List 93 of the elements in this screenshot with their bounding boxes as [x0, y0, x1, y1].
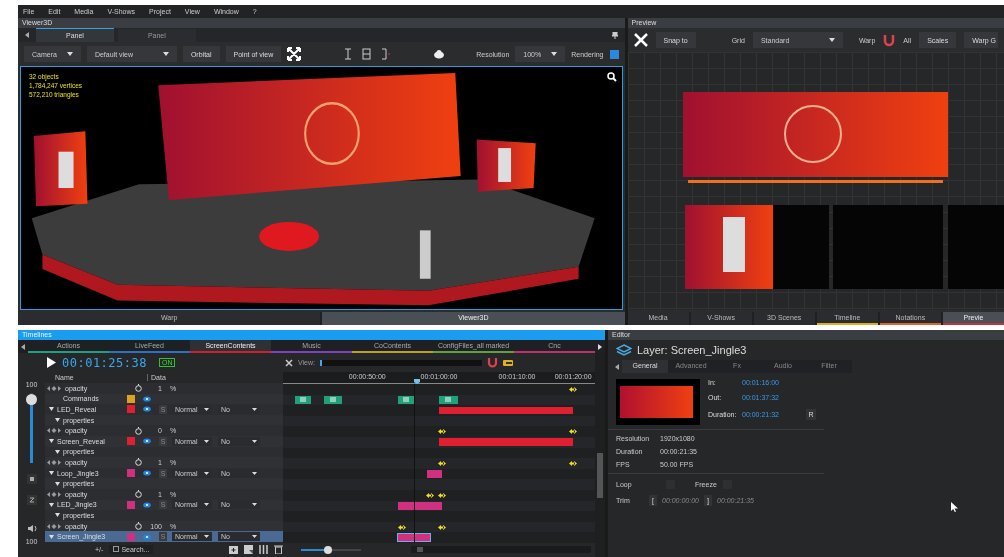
caret-icon: [252, 535, 257, 539]
close-icon[interactable]: [285, 358, 293, 367]
pause-bars-icon: [300, 397, 307, 403]
pause-bars-icon: [329, 397, 336, 403]
caret-icon: [551, 52, 558, 56]
zoom-icon[interactable]: [606, 72, 617, 82]
horizontal-scrollbar[interactable]: [411, 546, 591, 554]
trash-icon[interactable]: [274, 544, 283, 554]
color-swatch[interactable]: [127, 500, 135, 509]
timeline-clip[interactable]: [398, 396, 415, 404]
timeline-clip[interactable]: [426, 470, 443, 478]
caret-icon: [252, 503, 257, 507]
pause-bars-icon: [403, 397, 410, 403]
caret-icon: [204, 408, 209, 411]
eye-icon[interactable]: [143, 501, 151, 508]
stopwatch-icon[interactable]: [135, 522, 142, 530]
keyframe-icon[interactable]: [438, 429, 447, 435]
add-layer-icon[interactable]: [244, 544, 253, 554]
timeline-clip[interactable]: [439, 406, 574, 415]
eye-icon[interactable]: [143, 406, 151, 413]
scroll-right-icon[interactable]: [598, 343, 602, 350]
keyframe-icon[interactable]: [438, 524, 447, 530]
timeline-clip[interactable]: [323, 396, 343, 404]
vertical-scrollbar[interactable]: [595, 353, 605, 557]
keyframe-nav-icon[interactable]: [47, 428, 61, 434]
expand-arrow-icon[interactable]: [49, 502, 54, 507]
mouse-cursor-icon: [951, 502, 958, 512]
keyframe-icon[interactable]: [569, 429, 578, 435]
expand-arrow-icon[interactable]: [49, 407, 54, 412]
zoom-slider[interactable]: [301, 548, 361, 551]
keyframe-nav-icon[interactable]: [47, 385, 61, 391]
keyframe-icon[interactable]: [425, 492, 434, 498]
color-swatch[interactable]: [127, 469, 135, 478]
pin-icon[interactable]: [611, 31, 618, 39]
scroll-left-icon[interactable]: [21, 343, 25, 350]
caret-icon: [204, 535, 209, 539]
color-swatch[interactable]: [127, 532, 135, 541]
cloud-icon[interactable]: [433, 49, 446, 59]
timeline-clip[interactable]: [398, 502, 443, 510]
color-swatch[interactable]: [127, 394, 135, 403]
columns-icon[interactable]: [259, 544, 268, 554]
caret-icon: [252, 439, 257, 443]
keyframe-nav-icon[interactable]: [47, 523, 61, 529]
timeline-clip[interactable]: [295, 396, 312, 404]
track-area[interactable]: [283, 384, 595, 543]
layer-title: Layer: Screen_Jingle3: [637, 344, 747, 356]
keyframe-icon[interactable]: [569, 461, 578, 467]
pause-bars-icon: [445, 397, 452, 403]
eye-icon[interactable]: [143, 438, 151, 445]
stopwatch-icon[interactable]: [135, 384, 142, 393]
align-icon[interactable]: [379, 48, 392, 60]
caret-icon: [828, 38, 835, 42]
keyframe-nav-icon[interactable]: [47, 459, 61, 465]
stopwatch-icon[interactable]: [135, 490, 142, 499]
keyframe-icon[interactable]: [397, 524, 406, 530]
sleep-icon[interactable]: [26, 495, 37, 505]
align-icon[interactable]: [361, 48, 374, 60]
caret-icon: [204, 503, 209, 507]
rendering-checkbox[interactable]: [609, 49, 619, 59]
caret-icon: [66, 52, 73, 56]
magnet-icon[interactable]: [883, 33, 896, 47]
caret-icon: [204, 439, 209, 443]
caret-icon: [162, 52, 169, 56]
timecode: 00:01:25:38: [62, 355, 147, 370]
speaker-icon[interactable]: [26, 524, 37, 533]
add-folder-icon[interactable]: [229, 544, 238, 554]
expand-arrows-icon[interactable]: [633, 33, 648, 47]
keyframe-icon[interactable]: [438, 492, 447, 498]
stopwatch-icon[interactable]: [135, 426, 142, 435]
timeline-clip[interactable]: [439, 438, 574, 446]
color-swatch[interactable]: [127, 437, 135, 446]
expand-arrows-icon[interactable]: [287, 47, 302, 61]
color-swatch[interactable]: [127, 405, 135, 414]
layers-icon: [616, 344, 632, 356]
play-icon[interactable]: [47, 357, 56, 368]
stopwatch-icon[interactable]: [135, 458, 142, 467]
expand-arrow-icon[interactable]: [55, 418, 60, 423]
caret-icon: [204, 471, 209, 475]
keyframe-icon[interactable]: [438, 461, 447, 467]
timeline-clip[interactable]: [398, 533, 430, 542]
caret-icon: [252, 408, 257, 411]
timeline-clip[interactable]: [439, 396, 458, 404]
magnet-icon[interactable]: [487, 356, 498, 369]
eye-icon[interactable]: [143, 395, 151, 402]
eye-icon[interactable]: [143, 470, 151, 477]
keyframe-nav-icon[interactable]: [47, 491, 61, 497]
expand-arrow-icon[interactable]: [55, 513, 60, 518]
preview-canvas[interactable]: [627, 52, 1004, 310]
caret-icon: [252, 471, 257, 475]
scroll-left-icon[interactable]: [615, 363, 619, 370]
scroll-left-icon[interactable]: [25, 32, 29, 38]
keyframe-icon[interactable]: [569, 387, 578, 392]
tag-icon[interactable]: [503, 359, 513, 366]
